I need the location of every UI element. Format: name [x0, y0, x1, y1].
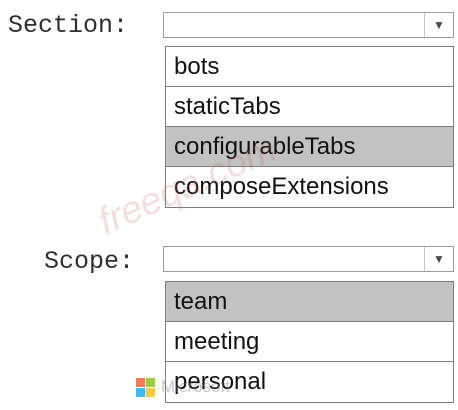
- logo-square-green: [146, 377, 155, 387]
- scope-label: Scope:: [44, 247, 135, 276]
- logo-square-blue: [136, 387, 145, 397]
- scope-options-list: team meeting personal: [165, 281, 454, 403]
- scope-option-meeting[interactable]: meeting: [166, 322, 453, 362]
- logo-square-yellow: [146, 387, 155, 397]
- scope-option-team[interactable]: team: [166, 282, 453, 322]
- section-options-list: bots staticTabs configurableTabs compose…: [165, 46, 454, 208]
- chevron-down-icon[interactable]: ▼: [424, 13, 453, 37]
- chevron-down-icon[interactable]: ▼: [424, 247, 453, 271]
- section-option-bots[interactable]: bots: [166, 47, 453, 87]
- section-option-configurabletabs[interactable]: configurableTabs: [166, 127, 453, 167]
- section-label: Section:: [8, 11, 129, 40]
- microsoft-logo-icon: [136, 377, 155, 397]
- logo-square-red: [136, 377, 145, 387]
- scope-select[interactable]: ▼: [163, 246, 454, 272]
- section-select[interactable]: ▼: [163, 12, 454, 38]
- scope-option-personal[interactable]: personal: [166, 362, 453, 402]
- section-option-statictabs[interactable]: staticTabs: [166, 87, 453, 127]
- section-option-composeextensions[interactable]: composeExtensions: [166, 167, 453, 207]
